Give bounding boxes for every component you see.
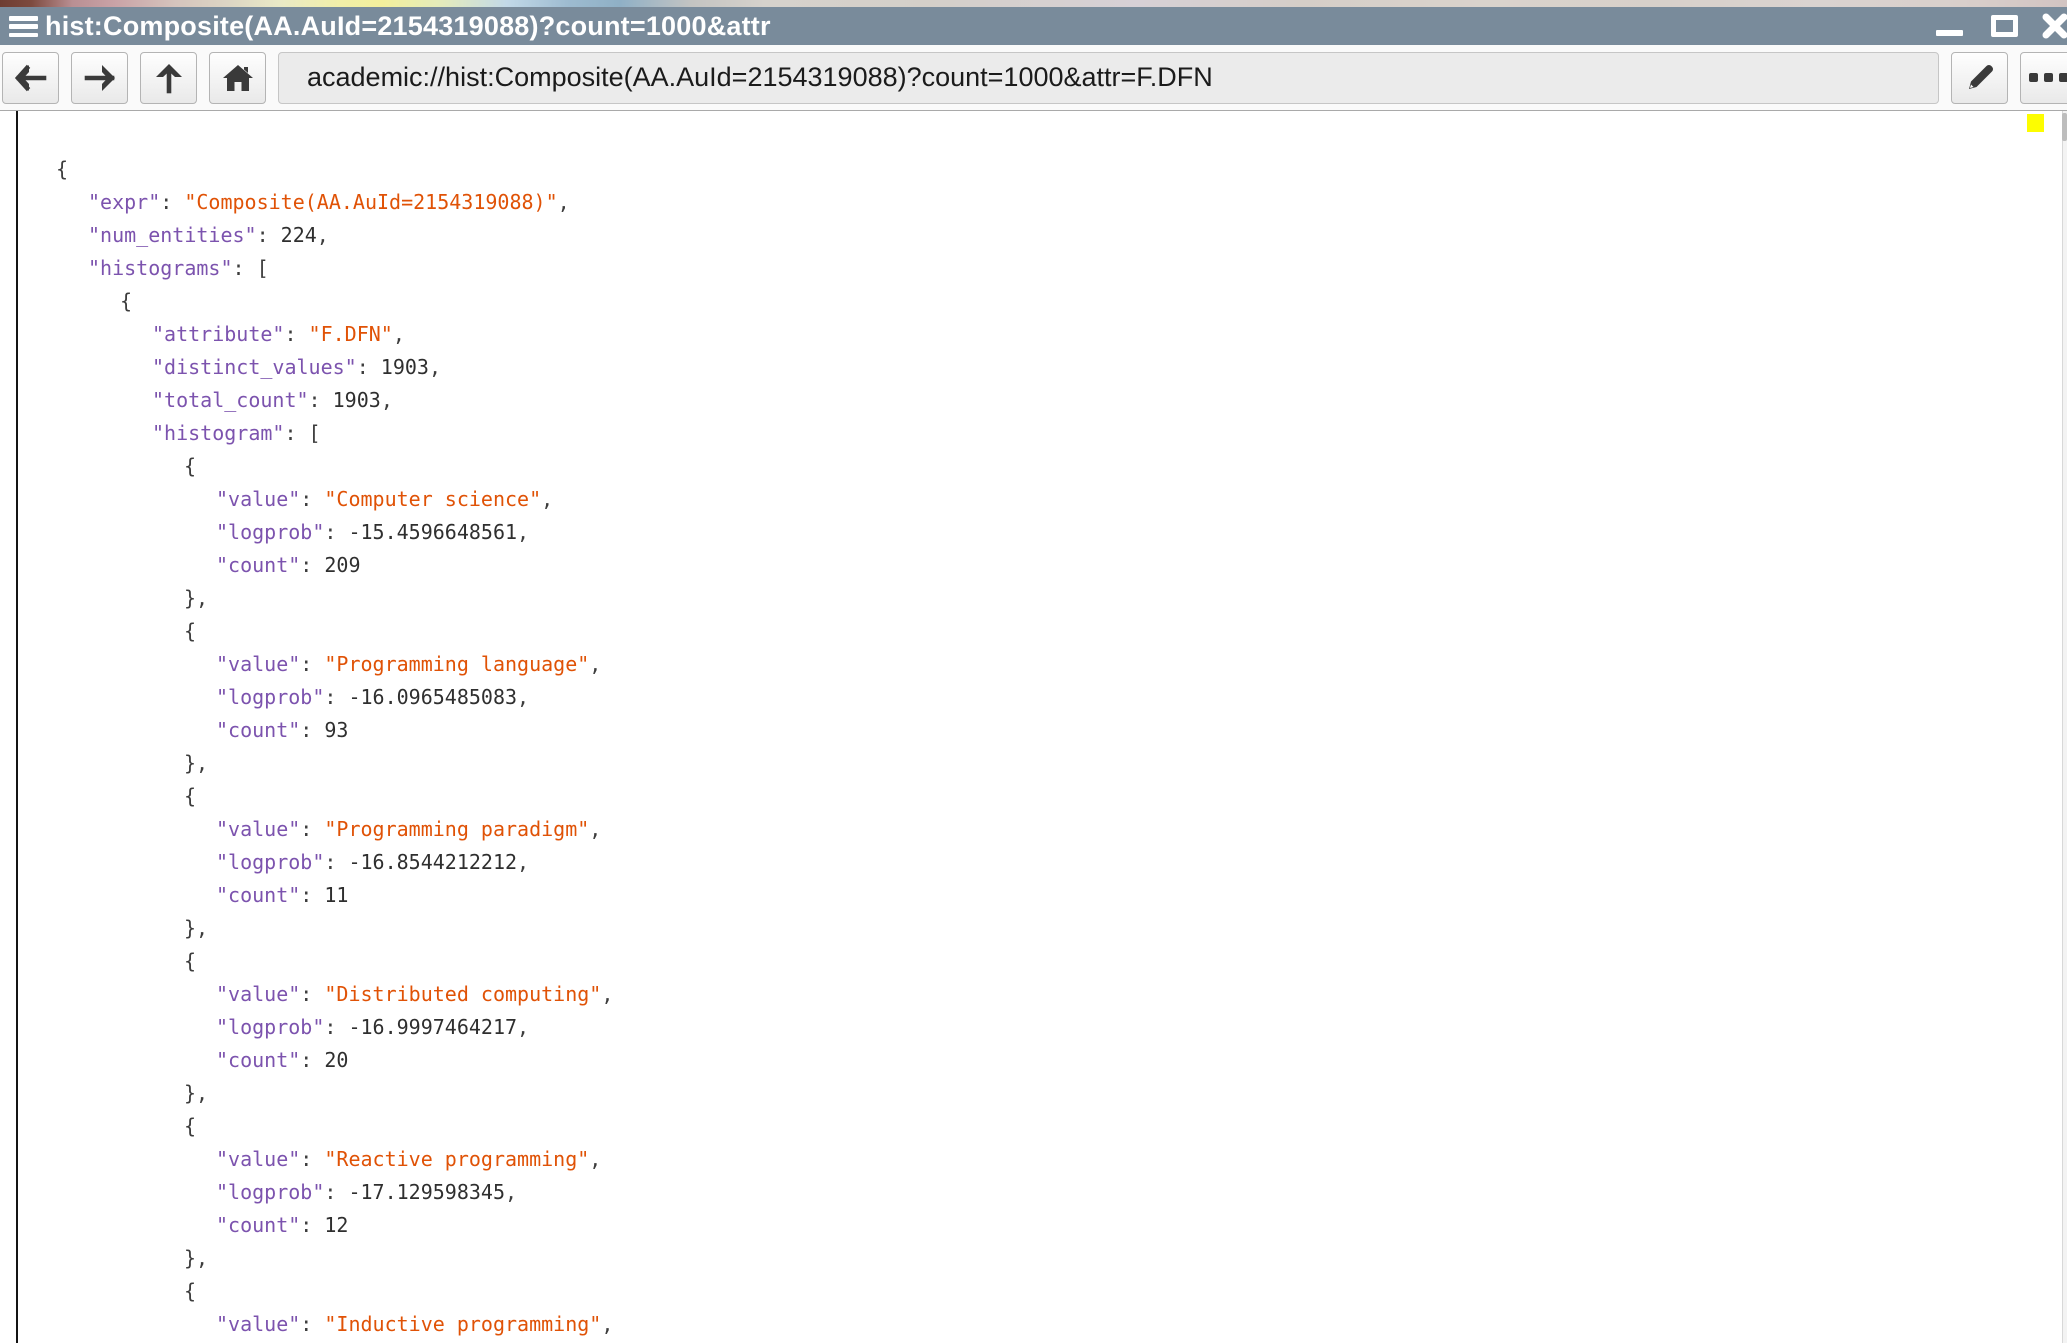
minimize-button[interactable]: [1934, 7, 1964, 45]
close-button[interactable]: [2040, 7, 2067, 45]
code-line: "value": "Inductive programming",: [56, 1308, 2061, 1341]
code-line: },: [56, 912, 2061, 945]
code-line: "num_entities": 224,: [56, 219, 2061, 252]
code-line: "count": 12: [56, 1209, 2061, 1242]
code-line: "value": "Programming paradigm",: [56, 813, 2061, 846]
titlebar[interactable]: hist:Composite(AA.AuId=2154319088)?count…: [0, 7, 2067, 45]
code-line: },: [56, 582, 2061, 615]
code-line: },: [56, 1242, 2061, 1275]
code-line: {: [56, 1110, 2061, 1143]
code-line: {: [56, 945, 2061, 978]
maximize-icon: [1991, 15, 2018, 37]
code-line: {: [56, 615, 2061, 648]
code-line: "count": 20: [56, 1044, 2061, 1077]
code-line: "value": "Reactive programming",: [56, 1143, 2061, 1176]
code-line: "count": 209: [56, 549, 2061, 582]
back-button[interactable]: [2, 52, 59, 104]
desktop-background-strip: [0, 0, 2067, 7]
highlight-marker: [2027, 114, 2044, 132]
json-code: {"expr": "Composite(AA.AuId=2154319088)"…: [0, 111, 2061, 1343]
more-button[interactable]: [2020, 52, 2067, 104]
code-line: "value": "Programming language",: [56, 648, 2061, 681]
up-button[interactable]: [140, 52, 197, 104]
maximize-button[interactable]: [1989, 7, 2019, 45]
code-line: "logprob": -15.4596648561,: [56, 516, 2061, 549]
pencil-icon: [1963, 61, 1997, 95]
code-line: "value": "Computer science",: [56, 483, 2061, 516]
home-button[interactable]: [209, 52, 266, 104]
code-line: },: [56, 747, 2061, 780]
navigation-toolbar: [0, 45, 2067, 111]
code-line: },: [56, 1077, 2061, 1110]
minimize-icon: [1936, 30, 1963, 37]
code-line: {: [56, 450, 2061, 483]
hamburger-menu-icon[interactable]: [9, 16, 38, 37]
edit-button[interactable]: [1951, 52, 2008, 104]
code-line: "histograms": [: [56, 252, 2061, 285]
code-line: {: [56, 153, 2061, 186]
content-area: {"expr": "Composite(AA.AuId=2154319088)"…: [0, 111, 2067, 1343]
window-title: hist:Composite(AA.AuId=2154319088)?count…: [45, 11, 771, 42]
home-icon: [221, 62, 255, 94]
code-line: "logprob": -17.129598345,: [56, 1176, 2061, 1209]
more-dots-icon: [2029, 73, 2067, 82]
forward-button[interactable]: [71, 52, 128, 104]
code-line: "histogram": [: [56, 417, 2061, 450]
address-input[interactable]: [307, 62, 1938, 93]
forward-arrow-icon: [82, 62, 118, 94]
code-line: "value": "Distributed computing",: [56, 978, 2061, 1011]
close-icon: [2040, 11, 2067, 41]
up-arrow-icon: [153, 61, 185, 95]
code-line: "count": 93: [56, 714, 2061, 747]
browser-window: hist:Composite(AA.AuId=2154319088)?count…: [0, 0, 2067, 1343]
code-line: {: [56, 780, 2061, 813]
code-line: "expr": "Composite(AA.AuId=2154319088)",: [56, 186, 2061, 219]
scrollbar-thumb[interactable]: [2062, 113, 2067, 141]
code-line: "distinct_values": 1903,: [56, 351, 2061, 384]
code-line: {: [56, 285, 2061, 318]
code-line: "logprob": -16.0965485083,: [56, 681, 2061, 714]
code-line: "count": 11: [56, 879, 2061, 912]
code-line: "attribute": "F.DFN",: [56, 318, 2061, 351]
scrollbar-track[interactable]: [2062, 111, 2067, 1343]
code-line: "logprob": -16.9997464217,: [56, 1011, 2061, 1044]
address-bar: [278, 52, 1939, 104]
code-line: "logprob": -16.8544212212,: [56, 846, 2061, 879]
code-line: "total_count": 1903,: [56, 384, 2061, 417]
back-arrow-icon: [13, 62, 49, 94]
code-line: {: [56, 1275, 2061, 1308]
